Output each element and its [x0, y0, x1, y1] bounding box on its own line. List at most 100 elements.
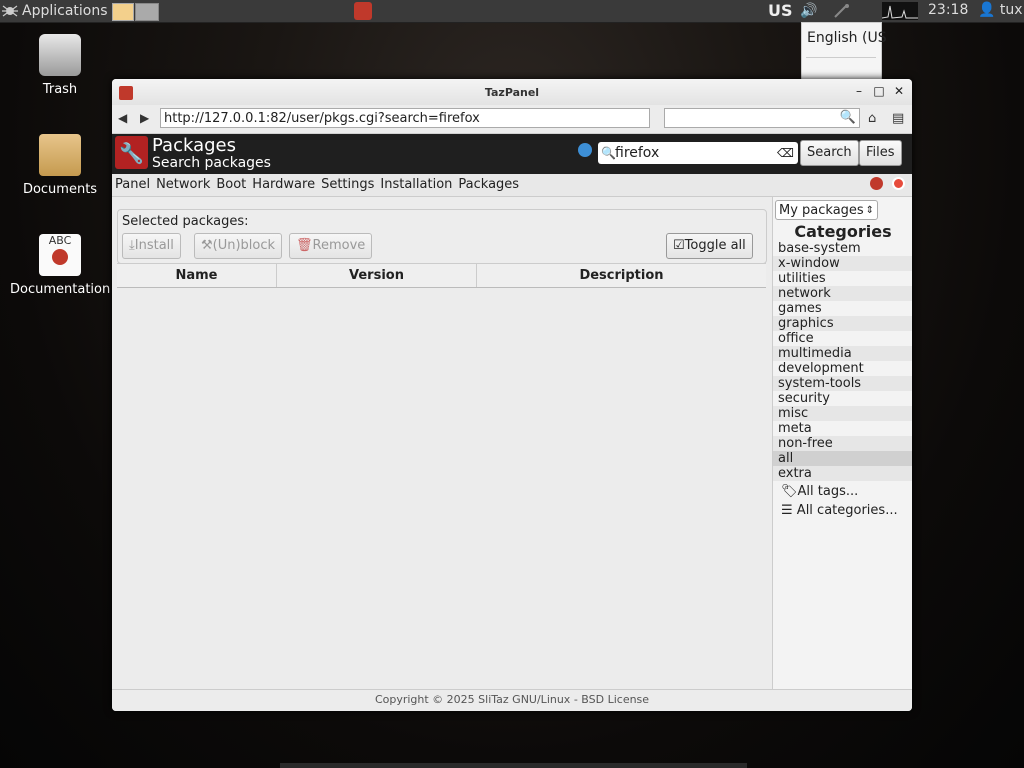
page-subtitle: Search packages: [152, 155, 271, 171]
install-label: Install: [134, 238, 174, 253]
category-office[interactable]: office: [773, 331, 912, 346]
workspace-1[interactable]: [112, 3, 134, 21]
packages-wrench-icon: 🔧: [115, 136, 148, 169]
spider-emblem: [52, 249, 68, 265]
folder-icon: [39, 134, 81, 176]
window-titlebar[interactable]: TazPanel – □ ✕: [112, 79, 912, 105]
column-header-name[interactable]: Name: [117, 263, 277, 288]
search-icon[interactable]: 🔍: [840, 110, 856, 125]
install-button[interactable]: ⤓Install: [122, 233, 181, 259]
files-button[interactable]: Files: [859, 140, 902, 166]
list-icon: ☰: [781, 503, 793, 518]
back-arrow-icon[interactable]: ◀: [118, 111, 127, 125]
help-lifebuoy-icon[interactable]: [892, 177, 905, 190]
category-security[interactable]: security: [773, 391, 912, 406]
trash-label: Trash: [42, 82, 78, 97]
network-icon[interactable]: [833, 3, 851, 23]
category-all[interactable]: all: [773, 451, 912, 466]
category-system-tools[interactable]: system-tools: [773, 376, 912, 391]
desktop-icon-documentation[interactable]: ABC Documentation: [10, 234, 110, 297]
close-button[interactable]: ✕: [892, 84, 906, 98]
minimize-button[interactable]: –: [852, 84, 866, 98]
desktop-icon-trash[interactable]: Trash: [10, 34, 110, 97]
desktop-icon-documents[interactable]: Documents: [10, 134, 110, 197]
all-tags-label: All tags...: [797, 484, 859, 499]
package-filter-value: My packages: [779, 203, 864, 218]
forward-arrow-icon[interactable]: ▶: [140, 111, 149, 125]
menu-item-installation[interactable]: Installation: [380, 177, 452, 192]
package-filter-select[interactable]: My packages ⇕: [775, 200, 878, 220]
category-network[interactable]: network: [773, 286, 912, 301]
tags-icon: 🏷: [781, 484, 798, 499]
slitaz-spider-icon: [2, 3, 18, 19]
category-graphics[interactable]: graphics: [773, 316, 912, 331]
menu-item-panel[interactable]: Panel: [115, 177, 150, 192]
selected-packages-label: Selected packages:: [122, 214, 249, 229]
applications-label: Applications: [22, 3, 108, 19]
documentation-label: Documentation: [10, 282, 111, 297]
window-title: TazPanel: [484, 86, 540, 99]
category-base-system[interactable]: base-system: [773, 241, 912, 256]
trash-icon: 🗑: [296, 238, 313, 253]
maximize-button[interactable]: □: [872, 84, 886, 98]
web-search-field[interactable]: 🔍: [664, 108, 860, 128]
search-button[interactable]: Search: [800, 140, 859, 166]
unblock-button[interactable]: ⚒(Un)block: [194, 233, 283, 259]
spider-icon[interactable]: [870, 177, 883, 190]
globe-icon[interactable]: [578, 143, 592, 157]
clear-icon[interactable]: ⌫: [777, 142, 794, 164]
category-x-window[interactable]: x-window: [773, 256, 912, 271]
url-field[interactable]: http://127.0.0.1:82/user/pkgs.cgi?search…: [160, 108, 650, 128]
all-categories-label: All categories...: [796, 503, 898, 518]
search-icon: 🔍: [601, 146, 616, 160]
user-icon: 👤: [978, 2, 996, 18]
applications-menu[interactable]: Applications: [2, 2, 108, 20]
all-categories-link[interactable]: ☰ All categories...: [781, 503, 898, 518]
menu-item-boot[interactable]: Boot: [216, 177, 246, 192]
menu-item-settings[interactable]: Settings: [321, 177, 374, 192]
workspace-2[interactable]: [135, 3, 159, 21]
tazpanel-task-icon[interactable]: [354, 2, 372, 20]
toggle-all-label: Toggle all: [684, 238, 746, 253]
package-search-value: firefox: [615, 145, 660, 161]
category-non-free[interactable]: non-free: [773, 436, 912, 451]
menu-item-packages[interactable]: Packages: [458, 177, 519, 192]
popup-divider: [806, 57, 876, 80]
app-header: 🔧 Packages Search packages 🔍 firefox ⌫ S…: [112, 134, 912, 174]
user-menu[interactable]: 👤 tux: [978, 2, 1023, 18]
select-arrows-icon: ⇕: [865, 205, 874, 216]
menu-item-hardware[interactable]: Hardware: [252, 177, 315, 192]
documents-label: Documents: [22, 182, 98, 197]
clock[interactable]: 23:18: [928, 2, 968, 18]
column-header-description[interactable]: Description: [476, 263, 766, 288]
checkbox-toggle-icon: ☑: [673, 238, 685, 253]
keyboard-layout-popup: English (US: [801, 22, 887, 80]
remove-button[interactable]: 🗑Remove: [289, 233, 373, 259]
categories-sidebar: My packages ⇕ Categories base-system x-wi…: [772, 197, 912, 689]
packages-table: Name Version Description: [117, 263, 766, 288]
cpu-monitor-icon: [881, 2, 918, 24]
toggle-all-button[interactable]: ☑Toggle all: [666, 233, 753, 259]
package-search-input[interactable]: 🔍 firefox ⌫: [598, 142, 798, 164]
top-panel: Applications US 🔊 23:18 👤 tux: [0, 0, 1024, 23]
trash-icon: [39, 34, 81, 76]
category-meta[interactable]: meta: [773, 421, 912, 436]
category-utilities[interactable]: utilities: [773, 271, 912, 286]
user-name: tux: [999, 2, 1023, 18]
keyboard-layout-indicator[interactable]: US: [768, 1, 793, 20]
documentation-icon-text: ABC: [48, 234, 72, 247]
menu-item-network[interactable]: Network: [156, 177, 210, 192]
category-games[interactable]: games: [773, 301, 912, 316]
column-header-version[interactable]: Version: [276, 263, 477, 288]
category-multimedia[interactable]: multimedia: [773, 346, 912, 361]
home-icon[interactable]: ⌂: [868, 111, 876, 126]
footer: Copyright © 2025 SliTaz GNU/Linux - BSD …: [112, 689, 912, 711]
categories-heading: Categories: [794, 222, 892, 241]
all-tags-link[interactable]: 🏷All tags...: [781, 484, 858, 499]
selected-packages-box: Selected packages: ⤓Install ⚒(Un)block 🗑…: [117, 209, 767, 264]
category-development[interactable]: development: [773, 361, 912, 376]
bookmarks-icon[interactable]: ▤: [892, 111, 904, 126]
category-extra[interactable]: extra: [773, 466, 912, 481]
volume-icon[interactable]: 🔊: [800, 3, 817, 19]
category-misc[interactable]: misc: [773, 406, 912, 421]
